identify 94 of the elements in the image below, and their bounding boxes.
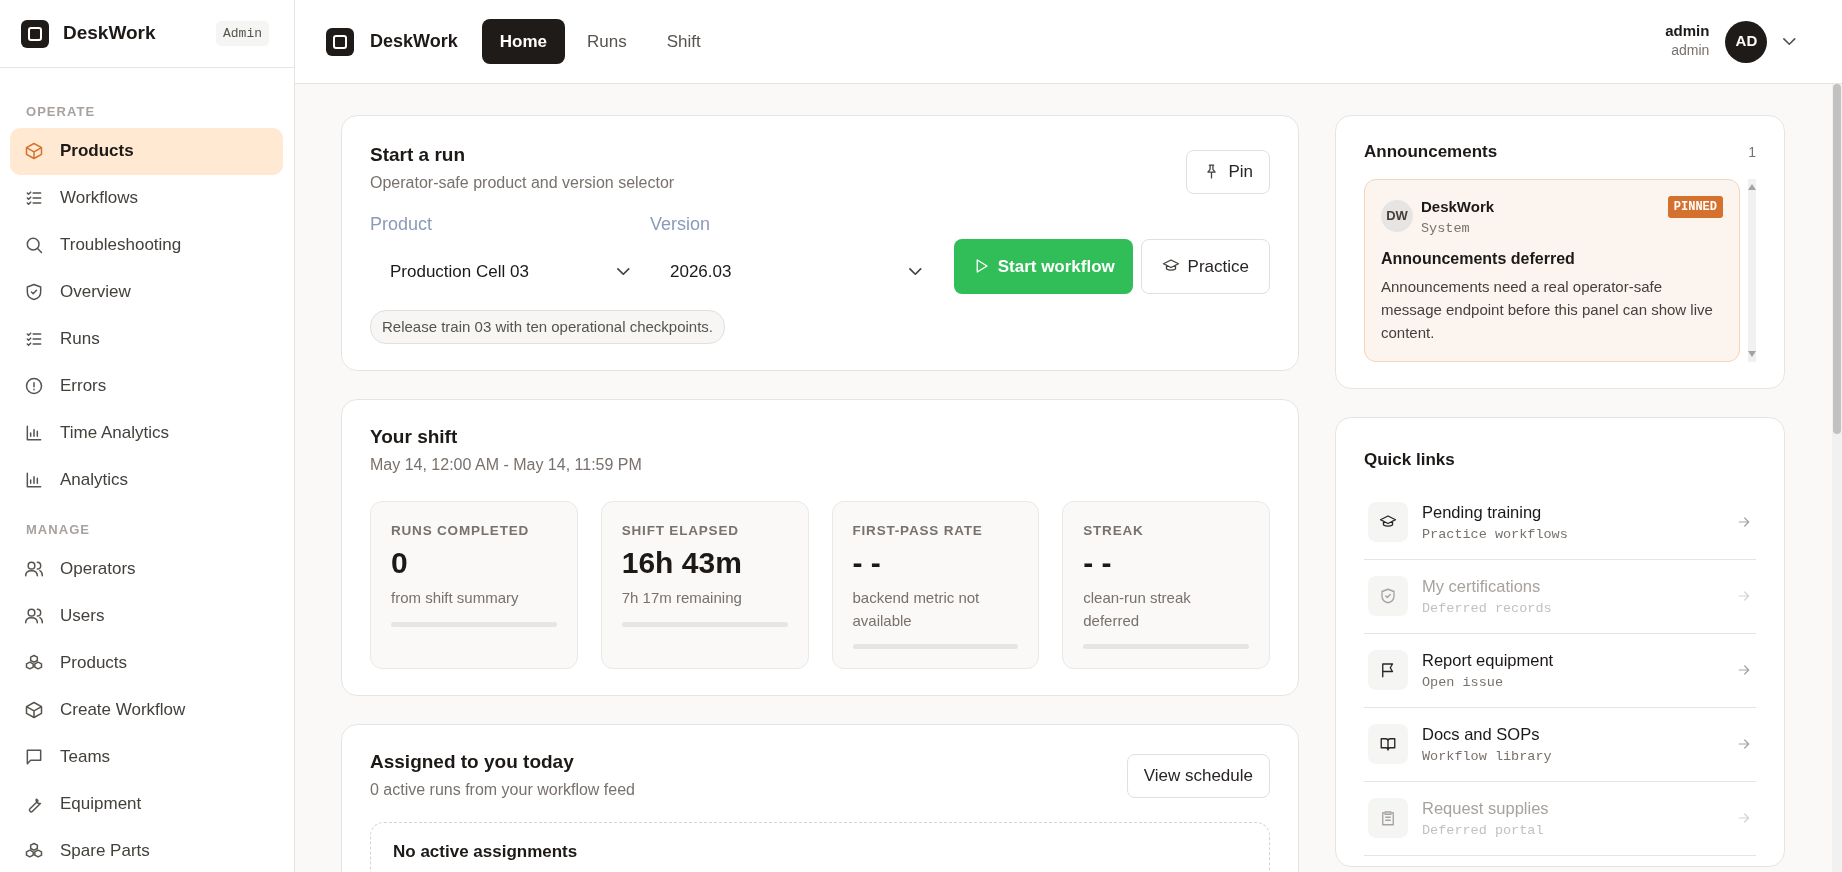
metric-value: - - [1083,545,1113,582]
info-chip: Release train 03 with ten operational checkpoints. [370,309,726,345]
brand-name: DeskWork [63,21,156,46]
metric-label: RUNS COMPLETED [391,522,531,541]
card-subtitle: 0 active runs from your workflow feed [370,779,635,800]
metric-value: - - [852,545,882,582]
quick-link[interactable]: Docs and SOPs Workflow library [1364,707,1756,782]
product-dropdown[interactable]: Production Cell 03 [370,249,650,294]
card-title: Assigned to you today [370,751,575,774]
quick-link-subtitle: Open issue [1422,673,1504,692]
book-icon [1379,735,1397,754]
card-title: Announcements [1364,142,1498,163]
shield-check-icon [1379,587,1397,606]
section-heading: OPERATE [25,103,97,121]
checklist-icon [24,329,44,349]
sidebar-item[interactable]: Troubleshooting [10,221,283,269]
quick-link-title: Pending training [1422,501,1543,523]
sidebar-item[interactable]: Products [10,127,283,175]
bar-chart-icon [24,470,44,490]
sidebar-item[interactable]: Overview [10,268,283,316]
cube-icon [24,141,44,161]
sidebar-item[interactable]: Runs [10,315,283,363]
user-role: admin [1670,41,1710,60]
sidebar-item[interactable]: Create Workflow [10,686,283,733]
sidebar-item[interactable]: Errors [10,362,283,410]
quick-link-title: Report equipment [1422,649,1555,671]
metric-label: STREAK [1083,522,1145,541]
sidebar-item[interactable]: Analytics [10,456,283,504]
nav-tab[interactable]: Home [481,18,565,65]
quick-link-title: My certifications [1422,575,1542,597]
logo-icon [326,27,354,56]
metric-value: 16h 43m [621,545,743,582]
metric-caption: 7h 17m remaining [621,588,743,609]
quick-link-title: Docs and SOPs [1422,723,1541,745]
quick-link-subtitle: Practice workflows [1422,525,1569,544]
sidebar-item[interactable]: Teams [10,733,283,780]
count-label: 1 [1748,143,1756,162]
sidebar-item[interactable]: Workflows [10,174,283,222]
section-heading: MANAGE [25,520,92,539]
pinned-badge: PINNED [1667,196,1723,218]
nav-tab[interactable]: Shift [648,18,719,65]
shift-range: May 14, 12:00 AM - May 14, 11:59 PM [370,455,643,476]
chevron-down-icon [1783,37,1796,46]
sidebar-item[interactable]: Equipment [10,780,283,827]
announcement-text: Announcements need a real operator-safe message endpoint before this panel can show live content. [1381,276,1714,344]
field-label: Product [370,212,434,236]
bar-chart-icon [24,423,44,443]
metric-caption: backend metric not available [852,588,981,631]
sidebar-item[interactable]: Users [10,592,283,639]
pin-button[interactable]: Pin [1186,150,1270,194]
practice-button[interactable]: Practice [1140,238,1270,294]
nav-tab[interactable]: Runs [568,18,645,65]
brand-name: DeskWork [370,30,458,53]
quick-link-title: Request supplies [1422,797,1550,819]
search-icon [24,235,44,255]
shield-check-icon [24,282,44,302]
chevron-down-icon [909,268,922,276]
metric-label: FIRST-PASS RATE [852,522,984,541]
metric-caption: clean-run streak deferred [1083,588,1192,631]
author-avatar: DW [1381,200,1413,232]
card-title: Start a run [370,144,467,167]
metric-caption: from shift summary [391,588,520,609]
sidebar-item[interactable]: Operators [10,545,283,592]
cube-icon [24,699,44,720]
user-avatar[interactable]: AD [1725,20,1768,63]
author-name: DeskWork [1421,197,1495,217]
version-dropdown[interactable]: 2026.03 [649,249,930,294]
checklist-icon [24,188,44,208]
sidebar-item[interactable]: Spare Parts [10,827,283,872]
card-subtitle: Operator-safe product and version selector [370,172,675,193]
user-name: admin [1665,22,1710,40]
chevron-down-icon [617,268,630,276]
quick-link-subtitle: Deferred records [1422,599,1553,618]
quick-link-subtitle: Workflow library [1422,747,1553,766]
empty-state-title: No active assignments [393,840,579,863]
announcement-title: Announcements deferred [1381,248,1576,269]
author-role: System [1421,219,1471,238]
card-title: Your shift [370,426,459,450]
view-schedule-button[interactable]: View schedule [1126,754,1270,798]
quick-link[interactable]: Report equipment Open issue [1364,633,1756,708]
role-badge: Admin [216,20,269,47]
clipboard-icon [1379,809,1397,828]
metric-value: 0 [391,545,409,582]
sidebar-item[interactable]: Time Analytics [10,409,283,457]
card-title: Quick links [1364,449,1456,470]
cubes-icon [24,652,44,673]
sidebar-item[interactable]: Products [10,639,283,686]
quick-link[interactable]: Pending training Practice workflows [1364,485,1756,560]
field-label: Version [649,212,711,236]
quick-link-subtitle: Deferred portal [1422,821,1545,840]
metric-label: SHIFT ELAPSED [621,522,740,541]
scrollbar-thumb[interactable] [1833,84,1841,434]
logo-icon [21,19,49,48]
cubes-icon [24,840,44,861]
